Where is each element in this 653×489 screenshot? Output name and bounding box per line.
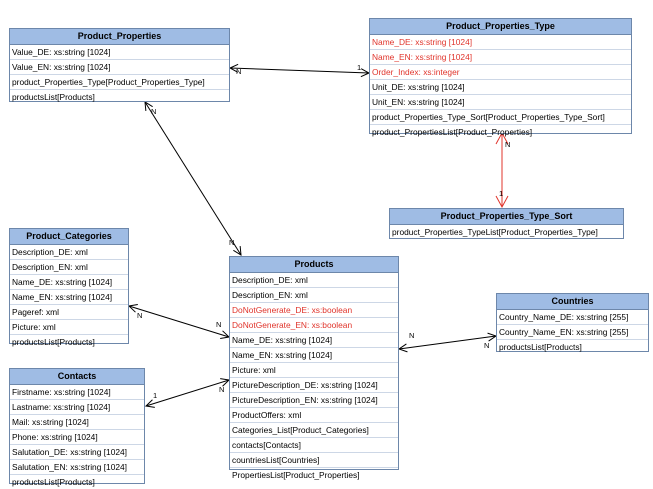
entity-product-properties-type[interactable]: Product_Properties_Type Name_DE: xs:stri… — [369, 18, 632, 137]
attribute-row: product_Properties_TypeList[Product_Prop… — [392, 227, 598, 237]
attribute-row: Description_DE: xml — [230, 273, 398, 288]
attribute-row: Salutation_DE: xs:string [1024] — [10, 445, 144, 460]
attribute-row: productsList[Products] — [499, 342, 582, 352]
edge-categories-products[interactable] — [129, 306, 229, 337]
entity-products[interactable]: Products Description_DE: xml Description_… — [229, 256, 399, 480]
multiplicity-label: N — [236, 67, 242, 76]
attribute-row: Description_EN: xml — [230, 288, 398, 303]
multiplicity-label: 1 — [499, 189, 504, 198]
attribute-row: Pageref: xml — [10, 305, 128, 320]
attribute-row: DoNotGenerate_DE: xs:boolean — [230, 303, 398, 318]
attribute-row: Salutation_EN: xs:string [1024] — [10, 460, 144, 475]
attribute-row: PictureDescription_DE: xs:string [1024] — [230, 378, 398, 393]
attribute-row: Name_DE: xs:string [1024] — [370, 35, 631, 50]
attribute-row: Name_DE: xs:string [1024] — [10, 275, 128, 290]
attribute-row: Phone: xs:string [1024] — [10, 430, 144, 445]
multiplicity-label: 1 — [153, 391, 158, 400]
attribute-row: Description_DE: xml — [10, 245, 128, 260]
multiplicity-label: N — [484, 341, 490, 350]
edge-contacts-products[interactable] — [146, 380, 229, 406]
entity-title: Product_Properties_Type — [370, 19, 631, 35]
attribute-row: PropertiesList[Product_Properties] — [232, 470, 360, 480]
entity-title: Countries — [497, 294, 648, 310]
multiplicity-label: N — [219, 385, 225, 394]
attribute-row: product_Properties_Type_Sort[Product_Pro… — [370, 110, 631, 125]
multiplicity-label: N — [151, 107, 157, 116]
multiplicity-label: N — [409, 331, 415, 340]
edge-properties-type[interactable] — [230, 68, 369, 73]
attribute-row: Description_EN: xml — [10, 260, 128, 275]
entity-product-properties-type-sort[interactable]: Product_Properties_Type_Sort product_Pro… — [389, 208, 624, 239]
entity-contacts[interactable]: Contacts Firstname: xs:string [1024] Last… — [9, 368, 145, 487]
attribute-row: product_Properties_Type[Product_Properti… — [10, 75, 229, 90]
entity-title: Product_Properties — [10, 29, 229, 45]
attribute-row: Mail: xs:string [1024] — [10, 415, 144, 430]
attribute-row: countriesList[Countries] — [230, 453, 398, 468]
attribute-row: Name_EN: xs:string [1024] — [10, 290, 128, 305]
multiplicity-label: 1 — [357, 63, 362, 72]
attribute-row: Lastname: xs:string [1024] — [10, 400, 144, 415]
entity-title: Contacts — [10, 369, 144, 385]
attribute-row: Unit_EN: xs:string [1024] — [370, 95, 631, 110]
entity-title: Product_Categories — [10, 229, 128, 245]
attribute-row: DoNotGenerate_EN: xs:boolean — [230, 318, 398, 333]
attribute-row: Firstname: xs:string [1024] — [10, 385, 144, 400]
multiplicity-label: N — [137, 311, 143, 320]
attribute-row: Value_EN: xs:string [1024] — [10, 60, 229, 75]
attribute-row: Unit_DE: xs:string [1024] — [370, 80, 631, 95]
multiplicity-label: N — [505, 140, 511, 149]
attribute-row: contacts[Contacts] — [230, 438, 398, 453]
attribute-row: Order_Index: xs:integer — [370, 65, 631, 80]
attribute-row: product_PropertiesList[Product_Propertie… — [372, 127, 533, 137]
attribute-row: Country_Name_DE: xs:string [255] — [497, 310, 648, 325]
attribute-row: ProductOffers: xml — [230, 408, 398, 423]
attribute-row: Country_Name_EN: xs:string [255] — [497, 325, 648, 340]
attribute-row: Value_DE: xs:string [1024] — [10, 45, 229, 60]
attribute-row: PictureDescription_EN: xs:string [1024] — [230, 393, 398, 408]
attribute-row: Name_DE: xs:string [1024] — [230, 333, 398, 348]
entity-product-categories[interactable]: Product_Categories Description_DE: xml De… — [9, 228, 129, 347]
multiplicity-label: N — [216, 320, 222, 329]
attribute-row: productsList[Products] — [12, 477, 95, 487]
entity-title: Product_Properties_Type_Sort — [390, 209, 623, 225]
entity-countries[interactable]: Countries Country_Name_DE: xs:string [25… — [496, 293, 649, 352]
attribute-row: productsList[Products] — [12, 92, 95, 102]
attribute-row: Name_EN: xs:string [1024] — [370, 50, 631, 65]
entity-title: Products — [230, 257, 398, 273]
entity-product-properties[interactable]: Product_Properties Value_DE: xs:string [… — [9, 28, 230, 102]
attribute-row: Categories_List[Product_Categories] — [230, 423, 398, 438]
attribute-row: Picture: xml — [10, 320, 128, 335]
multiplicity-label: N — [229, 238, 235, 247]
attribute-row: Picture: xml — [230, 363, 398, 378]
attribute-row: Name_EN: xs:string [1024] — [230, 348, 398, 363]
edge-properties-products[interactable] — [145, 102, 241, 255]
attribute-row: productsList[Products] — [12, 337, 95, 347]
